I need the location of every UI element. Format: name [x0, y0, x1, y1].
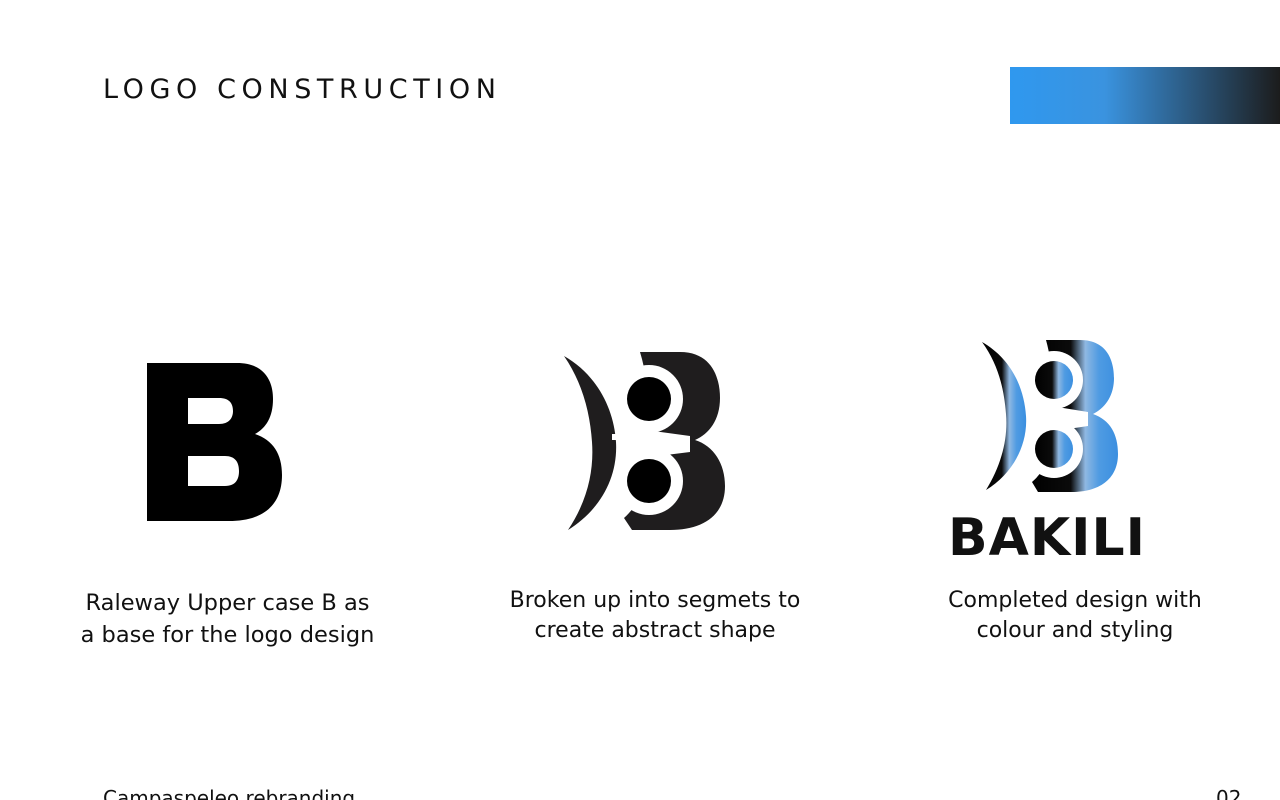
abstract-b-icon [564, 352, 725, 530]
caption-step-3: Completed design with colour and styling [900, 586, 1250, 646]
caption-step-1-line-1: Raleway Upper case B as [85, 590, 370, 616]
caption-step-3-line-1: Completed design with [948, 588, 1202, 613]
caption-step-2-line-2: create abstract shape [534, 618, 776, 643]
caption-step-3-line-2: colour and styling [976, 618, 1174, 643]
footer-project-name: Campaspeleo rebranding [103, 786, 356, 800]
logo-wordmark: BAKILI [948, 508, 1147, 568]
caption-step-1: Raleway Upper case B as a base for the l… [20, 587, 435, 651]
bakili-logo [982, 340, 1118, 492]
caption-step-1-line-2: a base for the logo design [80, 622, 375, 648]
footer-page-number: 02 [1216, 786, 1242, 800]
slide: LOGO CONSTRUCTION BAKILI Raleway Upper c… [0, 0, 1280, 800]
caption-step-2: Broken up into segmets to create abstrac… [455, 586, 855, 646]
page-title: LOGO CONSTRUCTION [103, 74, 502, 105]
letter-b-icon [147, 363, 282, 521]
caption-step-2-line-1: Broken up into segmets to [509, 588, 801, 613]
accent-gradient-bar [1010, 67, 1280, 124]
